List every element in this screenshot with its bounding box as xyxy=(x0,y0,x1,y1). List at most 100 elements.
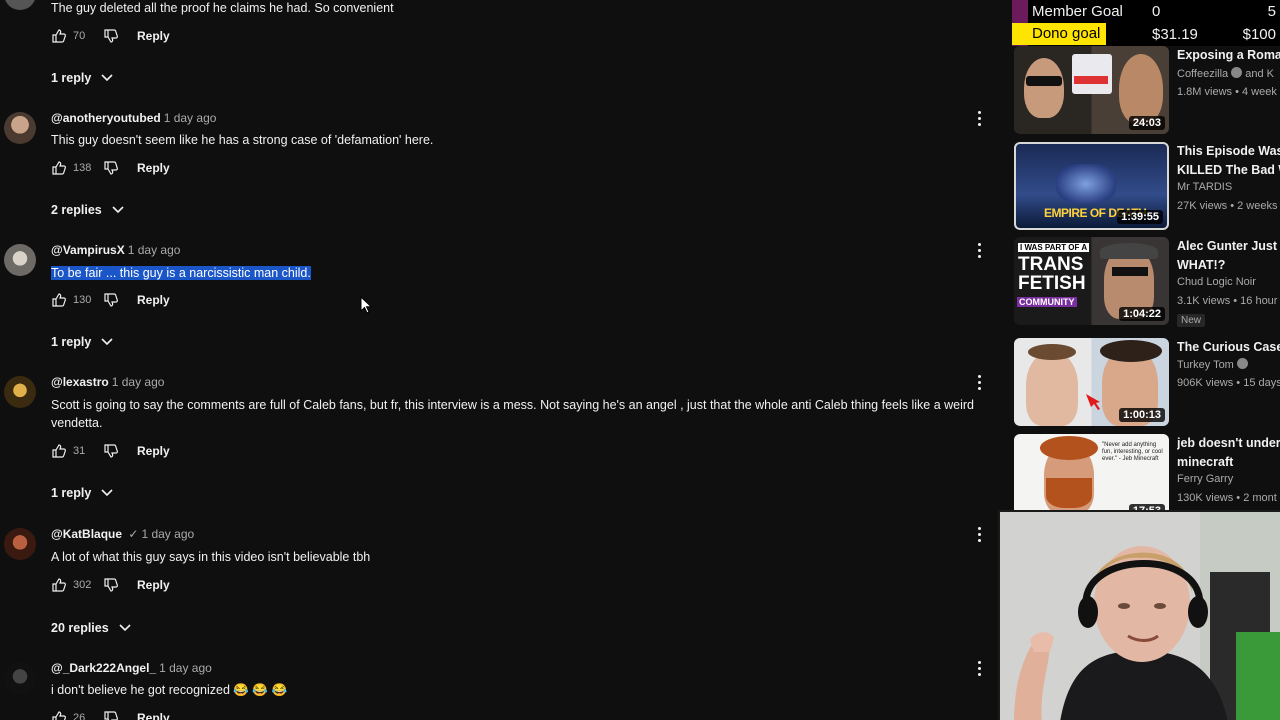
replies-count: 2 replies xyxy=(51,203,102,217)
chevron-down-icon xyxy=(119,624,131,632)
more-actions-icon[interactable] xyxy=(972,525,986,543)
like-count: 31 xyxy=(73,445,86,457)
arrow-icon xyxy=(1086,394,1100,410)
chevron-down-icon xyxy=(112,206,124,214)
comment-actions: 31 Reply xyxy=(51,441,170,461)
comment-author[interactable]: @_Dark222Angel_ xyxy=(51,661,156,675)
more-actions-icon[interactable] xyxy=(972,241,986,259)
dislike-icon[interactable] xyxy=(103,443,119,459)
avatar[interactable] xyxy=(4,376,36,408)
comment-header: @KatBlaque ✓ 1 day ago xyxy=(51,527,194,541)
like-icon[interactable] xyxy=(51,28,67,44)
avatar[interactable] xyxy=(4,0,36,10)
avatar[interactable] xyxy=(4,528,36,560)
comment-time[interactable]: 1 day ago xyxy=(112,375,165,389)
replies-toggle[interactable]: 1 reply xyxy=(51,335,113,349)
video-channel[interactable]: Ferry Garry xyxy=(1177,473,1233,485)
video-thumbnail[interactable]: "Never add anything fun, interesting, or… xyxy=(1014,434,1169,522)
comments-section: The guy deleted all the proof he claims … xyxy=(0,0,1000,720)
chevron-down-icon xyxy=(101,338,113,346)
like-icon[interactable] xyxy=(51,160,67,176)
video-title[interactable]: The Curious Case xyxy=(1177,338,1280,357)
thumbnail-quote: "Never add anything fun, interesting, or… xyxy=(1102,442,1163,462)
comment-actions: 130 Reply xyxy=(51,290,170,310)
comment-text: i don't believe he got recognized 😂 😂 😂 xyxy=(51,683,288,697)
more-actions-icon[interactable] xyxy=(972,659,986,677)
comment-time[interactable]: 1 day ago xyxy=(164,111,217,125)
video-title[interactable]: This Episode Was KILLED The Bad W xyxy=(1177,142,1280,180)
dislike-icon[interactable] xyxy=(103,28,119,44)
like-icon[interactable] xyxy=(51,443,67,459)
comment-author[interactable]: @VampirusX xyxy=(51,243,125,257)
dono-goal-target: $100 xyxy=(1242,25,1276,43)
video-meta: 1.8M views • 4 week xyxy=(1177,86,1277,98)
avatar[interactable] xyxy=(4,662,36,694)
comment-time[interactable]: 1 day ago xyxy=(141,527,194,541)
verified-icon xyxy=(1236,358,1248,369)
video-thumbnail[interactable]: 1:00:13 xyxy=(1014,338,1169,426)
dislike-icon[interactable] xyxy=(103,292,119,308)
avatar[interactable] xyxy=(4,244,36,276)
reply-button[interactable]: Reply xyxy=(137,444,170,458)
video-channel[interactable]: Turkey Tom xyxy=(1177,358,1248,371)
comment-author[interactable]: @anotheryoutubed xyxy=(51,111,161,125)
like-count: 302 xyxy=(73,579,92,591)
comment-text: A lot of what this guy says in this vide… xyxy=(51,550,371,564)
like-count: 26 xyxy=(73,712,86,720)
like-icon[interactable] xyxy=(51,710,67,720)
related-video[interactable]: 1:00:13 The Curious Case Turkey Tom 906K… xyxy=(1012,338,1280,430)
related-video[interactable]: 24:03 Exposing a Romar Coffeezilla and K… xyxy=(1012,46,1280,138)
verified-icon: ✓ xyxy=(128,527,139,541)
video-title[interactable]: Alec Gunter Just A WHAT!? xyxy=(1177,237,1280,275)
avatar[interactable] xyxy=(4,112,36,144)
reply-button[interactable]: Reply xyxy=(137,578,170,592)
video-meta: 906K views • 15 days xyxy=(1177,377,1280,389)
video-channel[interactable]: Coffeezilla and K xyxy=(1177,67,1274,80)
thumbnail-text: COMMUNITY xyxy=(1017,297,1077,307)
dislike-icon[interactable] xyxy=(103,577,119,593)
member-goal-label: Member Goal xyxy=(1032,2,1123,20)
verified-icon xyxy=(1231,67,1243,78)
like-icon[interactable] xyxy=(51,577,67,593)
video-meta: 27K views • 2 weeks xyxy=(1177,200,1278,212)
comment-time[interactable]: 1 day ago xyxy=(159,661,212,675)
streamer-image xyxy=(1000,512,1280,720)
more-actions-icon[interactable] xyxy=(972,109,986,127)
comment-text: Scott is going to say the comments are f… xyxy=(51,398,974,430)
video-thumbnail[interactable]: I WAS PART OF A TRANS FETISH COMMUNITY 1… xyxy=(1014,237,1169,325)
comment-time[interactable]: 1 day ago xyxy=(128,243,181,257)
like-count: 130 xyxy=(73,294,92,306)
reply-button[interactable]: Reply xyxy=(137,29,170,43)
comment-author[interactable]: @lexastro xyxy=(51,375,109,389)
thumbnail-text: I WAS PART OF A xyxy=(1018,243,1090,252)
comment-author[interactable]: @KatBlaque xyxy=(51,527,122,541)
selected-text: To be fair ... this guy is a narcissisti… xyxy=(51,266,311,280)
replies-toggle[interactable]: 2 replies xyxy=(51,203,124,217)
like-icon[interactable] xyxy=(51,292,67,308)
new-badge: New xyxy=(1177,314,1206,327)
video-duration: 1:39:55 xyxy=(1117,210,1163,224)
dislike-icon[interactable] xyxy=(103,710,119,720)
reply-button[interactable]: Reply xyxy=(137,711,170,720)
video-channel[interactable]: Mr TARDIS xyxy=(1177,181,1232,193)
replies-toggle[interactable]: 1 reply xyxy=(51,486,113,500)
replies-toggle[interactable]: 1 reply xyxy=(51,71,113,85)
video-thumbnail[interactable]: EMPIRE OF DEATH 1:39:55 xyxy=(1014,142,1169,230)
video-channel[interactable]: Chud Logic Noir xyxy=(1177,276,1256,288)
reply-button[interactable]: Reply xyxy=(137,161,170,175)
video-thumbnail[interactable]: 24:03 xyxy=(1014,46,1169,134)
related-video[interactable]: EMPIRE OF DEATH 1:39:55 This Episode Was… xyxy=(1012,142,1280,234)
comment-text: This guy doesn't seem like he has a stro… xyxy=(51,133,434,147)
comment-actions: 26 Reply xyxy=(51,708,170,720)
video-title[interactable]: jeb doesn't unders minecraft xyxy=(1177,434,1280,472)
more-actions-icon[interactable] xyxy=(972,373,986,391)
related-video[interactable]: I WAS PART OF A TRANS FETISH COMMUNITY 1… xyxy=(1012,237,1280,329)
replies-toggle[interactable]: 20 replies xyxy=(51,621,131,635)
comment-header: @_Dark222Angel_ 1 day ago xyxy=(51,661,212,675)
member-goal-current: 0 xyxy=(1152,2,1161,20)
video-duration: 1:04:22 xyxy=(1119,307,1165,321)
dislike-icon[interactable] xyxy=(103,160,119,176)
goal-overlay: Member Goal 0 5 Dono goal $31.19 $100 xyxy=(1012,0,1280,46)
video-title[interactable]: Exposing a Romar xyxy=(1177,46,1280,65)
reply-button[interactable]: Reply xyxy=(137,293,170,307)
